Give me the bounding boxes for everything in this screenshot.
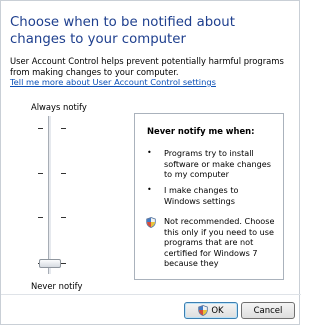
slider-tick	[38, 217, 43, 218]
bullet-marker: •	[147, 148, 152, 157]
slider-tick	[38, 128, 43, 129]
panel-heading: Never notify me when:	[147, 126, 255, 136]
slider-thumb[interactable]	[39, 259, 61, 268]
slider-track[interactable]	[48, 116, 52, 274]
slider-tick	[61, 173, 66, 174]
ok-button[interactable]: OK	[184, 302, 238, 319]
bullet-windows-settings: I make changes to Windows settings	[164, 185, 239, 206]
slider-tick	[61, 217, 66, 218]
footer-divider	[1, 294, 301, 295]
shield-icon	[198, 305, 209, 316]
slider-tick	[61, 128, 66, 129]
dialog-description: User Account Control helps prevent poten…	[10, 56, 284, 77]
dialog-title: Choose when to be notified about changes…	[10, 15, 235, 47]
bullet-install-programs: Programs try to install software or make…	[164, 148, 271, 180]
warning-text: Not recommended. Choose this only if you…	[164, 216, 275, 269]
ok-button-label: OK	[211, 305, 224, 316]
shield-icon	[146, 217, 156, 228]
slider-top-label: Always notify	[31, 102, 87, 112]
cancel-button[interactable]: Cancel	[241, 302, 295, 319]
slider-tick	[38, 173, 43, 174]
uac-settings-dialog: Choose when to be notified about changes…	[0, 0, 301, 325]
slider-bottom-label: Never notify	[31, 281, 83, 291]
bullet-marker: •	[147, 185, 152, 194]
learn-more-link[interactable]: Tell me more about User Account Control …	[10, 77, 216, 87]
level-description-panel: Never notify me when: • Programs try to …	[134, 113, 284, 280]
slider-tick	[61, 263, 66, 264]
